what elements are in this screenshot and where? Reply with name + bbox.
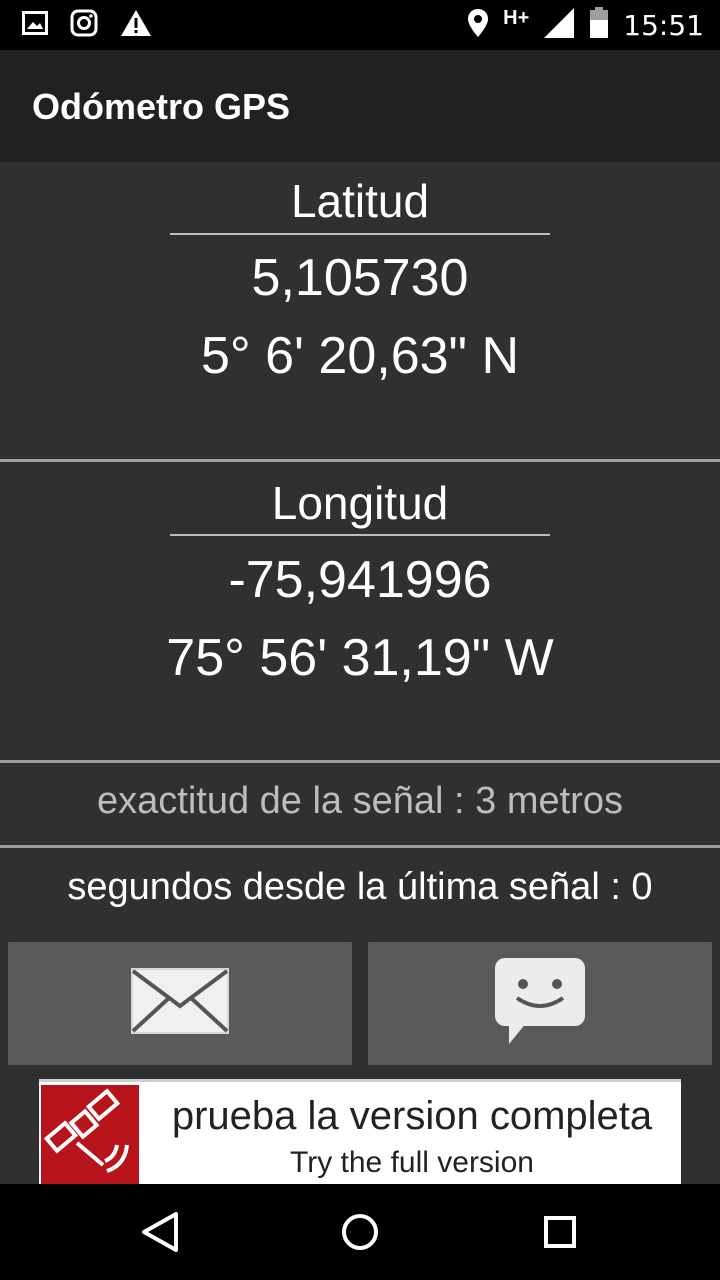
battery-icon: [589, 6, 609, 44]
latitude-decimal: 5,105730: [251, 249, 469, 307]
satellite-logo-icon: [41, 1085, 139, 1186]
divider: [0, 845, 720, 848]
image-icon: [22, 10, 48, 40]
longitude-label: Longitud: [271, 477, 449, 529]
latitude-dms: 5° 6' 20,63" N: [200, 327, 520, 385]
back-icon[interactable]: [138, 1210, 182, 1254]
network-type: H+: [503, 6, 530, 29]
status-time: 15:51: [623, 8, 704, 42]
recents-icon[interactable]: [538, 1210, 582, 1254]
instagram-icon: [70, 9, 98, 42]
longitude-dms: 75° 56' 31,19" W: [166, 629, 554, 687]
signal-accuracy: exactitud de la señal : 3 metros: [97, 780, 623, 822]
divider: [0, 459, 720, 462]
sms-button[interactable]: [368, 942, 712, 1065]
seconds-since-signal: segundos desde la última señal : 0: [67, 866, 653, 908]
longitude-decimal: -75,941996: [228, 551, 492, 609]
banner-main-text: prueba la version completa: [171, 1094, 653, 1138]
screen: H+ 15:51 Odómetro GPS Latitud 5,105730 5: [0, 0, 720, 1280]
warning-icon: [120, 9, 152, 42]
full-version-banner[interactable]: prueba la version completa Try the full …: [39, 1079, 681, 1186]
app-bar: Odómetro GPS: [0, 50, 720, 162]
home-icon[interactable]: [338, 1210, 382, 1254]
signal-icon: [543, 7, 575, 44]
envelope-icon: [131, 968, 229, 1039]
location-pin-icon: [467, 8, 489, 43]
latitude-underline: [170, 233, 550, 235]
email-button[interactable]: [8, 942, 352, 1065]
status-bar: H+ 15:51: [0, 0, 720, 50]
banner-sub-text: Try the full version: [290, 1146, 534, 1179]
longitude-underline: [170, 534, 550, 536]
navigation-bar: [0, 1184, 720, 1280]
latitude-label: Latitud: [290, 175, 430, 227]
divider: [0, 760, 720, 763]
chat-bubble-icon: [493, 956, 587, 1051]
app-title: Odómetro GPS: [32, 86, 291, 127]
